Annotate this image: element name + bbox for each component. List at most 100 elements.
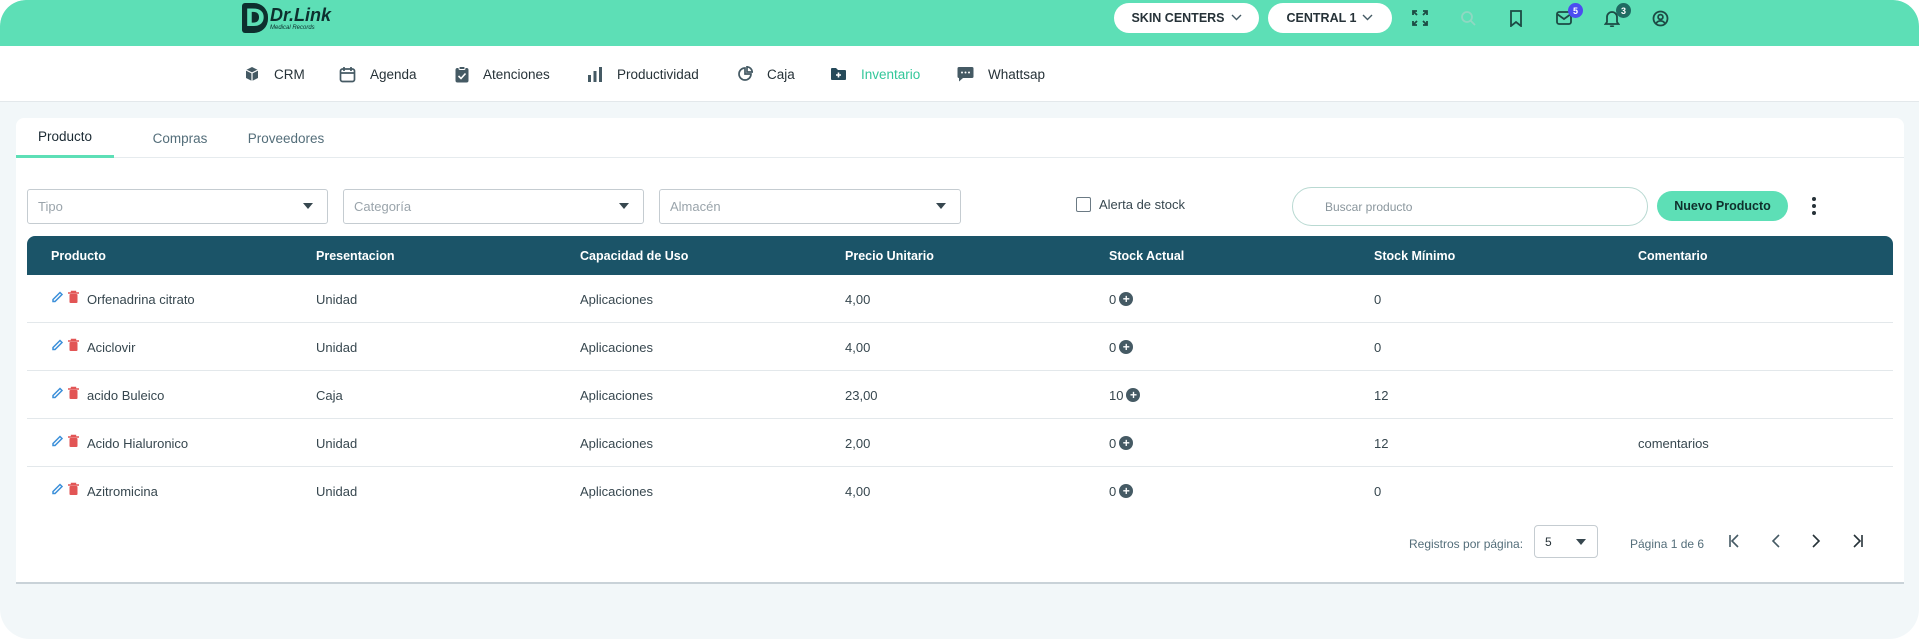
cell-minimo: 0 [1374, 483, 1382, 499]
delete-icon[interactable] [67, 434, 80, 453]
cell-comentario: comentarios [1638, 435, 1709, 451]
column-header[interactable]: Stock Mínimo [1374, 236, 1455, 275]
table-row: Acido Hialuronico Unidad Aplicaciones 2,… [27, 419, 1893, 467]
module-label: Inventario [861, 66, 921, 82]
edit-icon[interactable] [51, 482, 64, 500]
column-header[interactable]: Capacidad de Uso [580, 236, 688, 275]
module-productividad[interactable]: Productividad [587, 46, 699, 102]
clinic-selector[interactable]: SKIN CENTERS [1114, 3, 1259, 33]
module-label: Caja [767, 66, 795, 82]
first-page-icon[interactable] [1724, 529, 1748, 553]
tab-bar: Producto Compras Proveedores [16, 118, 1904, 158]
module-inventario[interactable]: Inventario [830, 46, 920, 102]
bell-icon[interactable]: 3 [1601, 3, 1631, 29]
fullscreen-icon[interactable] [1409, 7, 1431, 29]
categoria-placeholder: Categoría [354, 199, 412, 214]
caret-down-icon [619, 203, 629, 209]
branch-selector[interactable]: CENTRAL 1 [1268, 3, 1392, 33]
app-frame: D Dr.Link Medical Records SKIN CENTERS C… [0, 0, 1919, 639]
edit-icon[interactable] [51, 434, 64, 452]
search-input[interactable]: Buscar producto [1292, 187, 1648, 226]
cell-capacidad: Aplicaciones [580, 435, 653, 451]
next-page-icon[interactable] [1804, 529, 1828, 553]
caret-down-icon [303, 203, 313, 209]
logo-mark: D [242, 3, 268, 33]
new-product-button[interactable]: Nuevo Producto [1657, 191, 1788, 221]
cell-minimo: 12 [1374, 435, 1389, 451]
cell-presentacion: Unidad [316, 435, 358, 451]
tipo-select[interactable]: Tipo [27, 189, 328, 224]
column-header[interactable]: Comentario [1638, 236, 1707, 275]
add-stock-icon[interactable]: + [1119, 292, 1134, 306]
stock-alert-checkbox[interactable]: Alerta de stock [1076, 197, 1185, 212]
inventory-card: Producto Compras Proveedores Tipo Catego… [16, 118, 1904, 584]
top-bar: D Dr.Link Medical Records SKIN CENTERS C… [0, 0, 1919, 46]
module-label: Agenda [370, 66, 417, 82]
edit-icon[interactable] [51, 386, 64, 404]
chevron-down-icon [1231, 13, 1242, 24]
folder-plus-icon [830, 67, 847, 81]
cell-capacidad: Aplicaciones [580, 483, 653, 499]
search-placeholder: Buscar producto [1325, 199, 1413, 214]
delete-icon[interactable] [67, 482, 80, 501]
cell-capacidad: Aplicaciones [580, 339, 653, 355]
previous-page-icon[interactable] [1764, 529, 1788, 553]
tab-producto[interactable]: Producto [16, 118, 114, 158]
cell-stock: 0 + [1109, 323, 1134, 371]
column-header[interactable]: Presentacion [316, 236, 395, 275]
checkbox-box[interactable] [1076, 197, 1091, 212]
stock-value: 0 [1109, 435, 1117, 451]
delete-icon[interactable] [67, 386, 80, 405]
delete-icon[interactable] [67, 338, 80, 357]
cell-producto: Acido Hialuronico [87, 435, 189, 451]
table-row: Orfenadrina citrato Unidad Aplicaciones … [27, 275, 1893, 323]
mail-icon[interactable]: 5 [1553, 3, 1583, 29]
cell-capacidad: Aplicaciones [580, 291, 653, 307]
caret-down-icon [1576, 539, 1586, 545]
bookmark-icon[interactable] [1505, 7, 1527, 29]
edit-icon[interactable] [51, 290, 64, 308]
column-header[interactable]: Producto [51, 236, 106, 275]
rows-per-page-select[interactable]: 5 [1534, 525, 1598, 558]
module-agenda[interactable]: Agenda [339, 46, 417, 102]
calendar-icon [339, 66, 356, 83]
caret-down-icon [936, 203, 946, 209]
more-options-icon[interactable] [1806, 194, 1822, 218]
tab-compras[interactable]: Compras [132, 118, 228, 158]
column-header[interactable]: Precio Unitario [845, 236, 934, 275]
add-stock-icon[interactable]: + [1126, 388, 1141, 402]
add-stock-icon[interactable]: + [1119, 484, 1134, 498]
page-info: Página 1 de 6 [1630, 537, 1705, 551]
module-crm[interactable]: CRM [244, 46, 305, 102]
stock-value: 10 [1109, 387, 1124, 403]
stock-value: 0 [1109, 291, 1117, 307]
last-page-icon[interactable] [1844, 529, 1868, 553]
add-stock-icon[interactable]: + [1119, 436, 1134, 450]
module-label: CRM [274, 66, 305, 82]
module-label: Whattsap [988, 66, 1046, 82]
module-whattsap[interactable]: Whattsap [957, 46, 1045, 102]
cube-icon [244, 66, 260, 82]
cell-minimo: 0 [1374, 291, 1382, 307]
messages-badge: 5 [1568, 3, 1583, 18]
module-atenciones[interactable]: Atenciones [455, 46, 550, 102]
almacen-select[interactable]: Almacén [659, 189, 961, 224]
module-caja[interactable]: Caja [737, 46, 795, 102]
column-header[interactable]: Stock Actual [1109, 236, 1184, 275]
logo[interactable]: D Dr.Link Medical Records [242, 2, 331, 34]
rows-per-page-value: 5 [1545, 534, 1552, 549]
chat-icon [957, 66, 974, 82]
delete-icon[interactable] [67, 290, 80, 309]
table-header: Producto Presentacion Capacidad de Uso P… [27, 236, 1893, 275]
stock-alert-label: Alerta de stock [1099, 197, 1185, 212]
search-icon[interactable] [1457, 7, 1479, 29]
account-icon[interactable] [1649, 7, 1671, 29]
module-label: Atenciones [483, 66, 550, 82]
cell-capacidad: Aplicaciones [580, 387, 653, 403]
edit-icon[interactable] [51, 338, 64, 356]
add-stock-icon[interactable]: + [1119, 340, 1134, 354]
categoria-select[interactable]: Categoría [343, 189, 644, 224]
cell-precio: 23,00 [845, 387, 878, 403]
brand-tagline: Medical Records [270, 24, 315, 31]
tab-proveedores[interactable]: Proveedores [226, 118, 346, 158]
